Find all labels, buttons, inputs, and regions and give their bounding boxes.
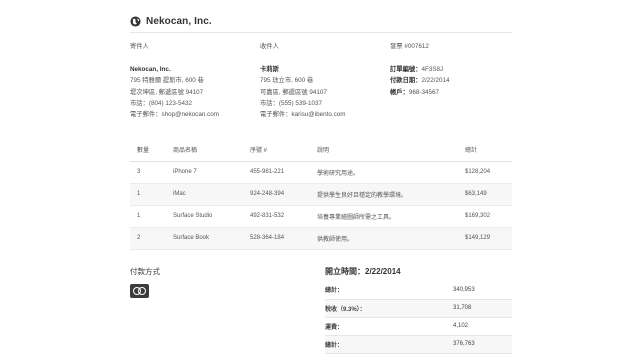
summary-value: 4,102 — [453, 317, 512, 336]
account-number: 帳戶：968-34567 — [390, 88, 440, 96]
recipient-phone: 市話：(555) 539-1037 — [260, 99, 322, 107]
item-name: iMac — [166, 183, 243, 206]
item-qty: 1 — [130, 183, 166, 206]
payment-method-title: 付款方式 — [130, 267, 160, 276]
sender-phone: 市話：(804) 123-5432 — [130, 99, 192, 107]
sender-heading: 寄件人 — [130, 43, 149, 50]
summary-label: 稅收（9.3%）： — [325, 299, 453, 318]
issued-date: 開立時間：2/22/2014 — [325, 267, 401, 276]
invoice-header: Nekocan, Inc. — [130, 11, 512, 33]
column-header-product: 商品名稱 — [166, 139, 243, 162]
item-serial: 455-981-221 — [243, 161, 310, 184]
summary-value: 376,763 — [453, 335, 512, 354]
invoice-number: 發票 #007612 — [390, 43, 429, 50]
sender-address-line1: 795 特雅爾 提斯市, 600 巷 — [130, 77, 204, 85]
column-header-qty: 數量 — [130, 139, 166, 162]
recipient-block: 收件人 卡莉斯 795 琺立市, 600 巷 可嘉區, 郵遞區號 94107 市… — [260, 41, 380, 120]
summary-value: 31,708 — [453, 299, 512, 318]
item-description: 學術研究用途。 — [310, 161, 458, 184]
item-serial: 492-831-532 — [243, 205, 310, 228]
table-row: 3 iPhone 7 455-981-221 學術研究用途。 $128,204 — [130, 161, 512, 184]
item-serial: 528-364-184 — [243, 227, 310, 250]
table-row: 1 iMac 924-248-394 提供學生良好且穩定的教學環境。 $63,1… — [130, 183, 512, 206]
item-name: Surface Studio — [166, 205, 243, 228]
item-total: $149,129 — [458, 227, 512, 250]
summary-row: 稅收（9.3%）： 31,708 — [325, 299, 512, 318]
item-serial: 924-248-394 — [243, 183, 310, 206]
summary-label: 總計： — [325, 335, 453, 354]
recipient-email[interactable]: 電子郵件：karisu@ibento.com — [260, 109, 380, 120]
item-total: $63,149 — [458, 183, 512, 206]
item-description: 提供學生良好且穩定的教學環境。 — [310, 183, 458, 206]
summary-row: 總計： 340,953 — [325, 281, 512, 300]
recipient-address-line1: 795 琺立市, 600 巷 — [260, 77, 314, 85]
recipient-name: 卡莉斯 — [260, 66, 279, 74]
summary-table: 總計： 340,953 稅收（9.3%）： 31,708 運費： 4,102 總… — [325, 281, 512, 354]
sender-name: Nekocan, Inc. — [130, 66, 171, 74]
item-total: $169,302 — [458, 205, 512, 228]
column-header-description: 說明 — [310, 139, 458, 162]
item-name: Surface Book — [166, 227, 243, 250]
summary-row: 運費： 4,102 — [325, 317, 512, 336]
items-table: 數量 商品名稱 序號 # 說明 總計 3 iPhone 7 455-981-22… — [130, 139, 512, 250]
summary-row: 總計： 376,763 — [325, 335, 512, 354]
item-total: $128,204 — [458, 161, 512, 184]
recipient-address-line2: 可嘉區, 郵遞區號 94107 — [260, 88, 327, 96]
item-qty: 2 — [130, 227, 166, 250]
column-header-serial: 序號 # — [243, 139, 310, 162]
summary-label: 總計： — [325, 281, 453, 300]
sender-email[interactable]: 電子郵件：shop@nekocan.com — [130, 109, 250, 120]
company-name: Nekocan, Inc. — [146, 16, 212, 27]
due-date: 付款日期：2/22/2014 — [390, 77, 450, 85]
recipient-heading: 收件人 — [260, 43, 279, 50]
mastercard-icon — [130, 284, 149, 298]
table-row: 1 Surface Studio 492-831-532 培養專業繪圖師所需之工… — [130, 205, 512, 228]
column-header-total: 總計 — [458, 139, 512, 162]
summary-label: 運費： — [325, 317, 453, 336]
item-qty: 1 — [130, 205, 166, 228]
item-description: 供教師使用。 — [310, 227, 458, 250]
items-table-header: 數量 商品名稱 序號 # 說明 總計 — [130, 139, 512, 162]
table-row: 2 Surface Book 528-364-184 供教師使用。 $149,1… — [130, 227, 512, 250]
card-circle-right — [138, 287, 146, 295]
sender-address-line2: 堤次坤區, 郵遞區號 94107 — [130, 88, 204, 96]
item-description: 培養專業繪圖師所需之工具。 — [310, 205, 458, 228]
invoice-info-block: 發票 #007612 訂單編號：4F3S8J 付款日期：2/22/2014 帳戶… — [390, 41, 510, 98]
summary-value: 340,953 — [453, 281, 512, 300]
sender-block: 寄件人 Nekocan, Inc. 795 特雅爾 提斯市, 600 巷 堤次坤… — [130, 41, 250, 120]
item-qty: 3 — [130, 161, 166, 184]
globe-icon — [130, 16, 141, 27]
item-name: iPhone 7 — [166, 161, 243, 184]
order-number: 訂單編號：4F3S8J — [390, 66, 444, 74]
